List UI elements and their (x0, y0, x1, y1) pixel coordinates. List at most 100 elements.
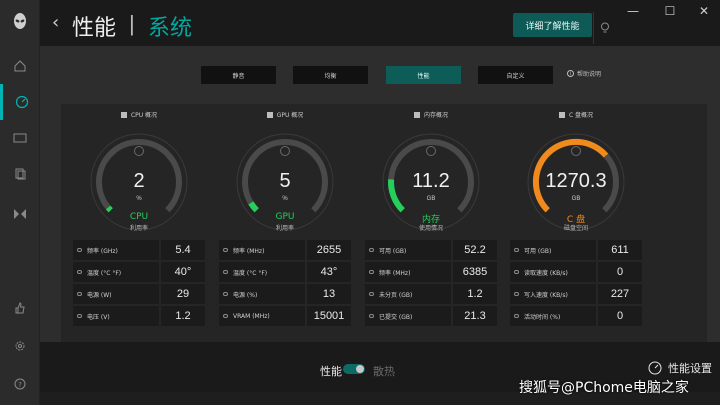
stat-label-cell: VRAM (MHz) (219, 306, 305, 326)
lightbulb-icon[interactable] (593, 12, 615, 44)
stat-label: 电源 (%) (233, 291, 258, 299)
mode-performance-button[interactable]: 性能 (386, 66, 461, 84)
stat-label: 温度 (°C °F) (87, 269, 122, 277)
stat-row: 频率 (MHz) 6385 (365, 262, 497, 284)
usage-gauge: 11.2 GB 内存 使用情况 (378, 132, 484, 232)
stat-value: 611 (598, 240, 642, 260)
stats-list: 可用 (GB) 611 读取速度 (KB/s) 0 写入速度 (KB/s) 227 活动时间… (510, 240, 642, 328)
column-title-text: CPU 概况 (130, 112, 158, 119)
page-subtitle[interactable]: 系统 (148, 10, 192, 42)
stat-label-cell: 活动时间 (%) (510, 306, 596, 326)
back-arrow-icon[interactable]: ‹ (52, 12, 59, 33)
stat-icon (223, 292, 228, 296)
stats-list: 频率 (GHz) 5.4 温度 (°C °F) 40° 电源 (W) 29 电压 (V) 1.… (73, 240, 205, 328)
stat-row: 温度 (°C °F) 43° (219, 262, 351, 284)
watermark: 搜狐号@PChome电脑之家 (519, 380, 689, 396)
left-nav-rail: ? (0, 0, 40, 405)
stat-icon (369, 248, 374, 252)
stat-label: 频率 (GHz) (87, 247, 118, 255)
gauge-value: 1270.3 (545, 170, 607, 192)
stat-row: 温度 (°C °F) 40° (73, 262, 205, 284)
stat-value: 29 (161, 284, 205, 304)
gauge-fill (105, 205, 113, 213)
stat-icon (77, 314, 82, 318)
library-nav-icon[interactable] (0, 156, 40, 192)
stat-row: 电压 (V) 1.2 (73, 306, 205, 328)
stat-value: 227 (598, 284, 642, 304)
svg-text:?: ? (18, 381, 22, 389)
stat-label-cell: 电压 (V) (73, 306, 159, 326)
stat-icon (369, 314, 374, 318)
performance-settings-label: 性能设置 (668, 362, 712, 375)
stat-label: 电压 (V) (87, 313, 110, 321)
performance-thermal-toggle[interactable] (343, 364, 365, 374)
mode-custom-button[interactable]: 自定义 (478, 66, 553, 84)
stat-row: 写入速度 (KB/s) 227 (510, 284, 642, 306)
column-title: GPU 概况 (213, 110, 357, 119)
stats-list: 可用 (GB) 52.2 频率 (MHz) 6385 未分页 (GB) 1.2 已提交 (G… (365, 240, 497, 328)
page-title: 性能 (72, 16, 117, 41)
close-button[interactable]: ✕ (694, 4, 714, 18)
usage-gauge: 5% GPU 利用率 (232, 132, 338, 232)
gauge-label: CPU (129, 212, 149, 222)
stat-row: 可用 (GB) 52.2 (365, 240, 497, 262)
main-content: 静音 均衡 性能 自定义 i 帮助说明 CPU 概况 2% CPU 利用率 频率 (GH… (40, 46, 720, 384)
gauge-gear-icon (426, 146, 436, 156)
gauge-label: GPU (275, 212, 295, 222)
stat-icon (514, 270, 519, 274)
stat-label-cell: 电源 (W) (73, 284, 159, 304)
stat-row: VRAM (MHz) 15001 (219, 306, 351, 328)
thumbs-up-icon[interactable] (0, 290, 40, 326)
column-title-text: C 盘概况 (568, 112, 594, 119)
stat-icon (514, 248, 519, 252)
display-nav-icon[interactable] (0, 120, 40, 156)
stat-label: 温度 (°C °F) (233, 269, 268, 277)
gauge-sublabel: 利用率 (275, 225, 294, 232)
stat-icon (514, 314, 519, 318)
gauge-sublabel: 使用情况 (418, 225, 443, 232)
help-icon[interactable]: ? (0, 366, 40, 402)
gauge-gear-icon (280, 146, 290, 156)
performance-nav-icon[interactable] (0, 84, 40, 120)
mode-silent-button[interactable]: 静音 (201, 66, 276, 84)
maximize-button[interactable]: ☐ (660, 4, 680, 18)
mode-balanced-button[interactable]: 均衡 (293, 66, 368, 84)
mode-help-link[interactable]: i 帮助说明 (567, 69, 601, 78)
info-icon: i (567, 70, 574, 77)
stat-icon (223, 314, 228, 318)
stat-label-cell: 读取速度 (KB/s) (510, 262, 596, 282)
column-title: C 盘概况 (504, 110, 648, 119)
stat-row: 未分页 (GB) 1.2 (365, 284, 497, 306)
stat-label-cell: 可用 (GB) (510, 240, 596, 260)
stat-row: 读取速度 (KB/s) 0 (510, 262, 642, 284)
stat-label: 可用 (GB) (379, 247, 407, 255)
component-icon (120, 111, 127, 118)
gauge-icon (648, 361, 662, 375)
column-title: 内存概况 (359, 110, 503, 119)
stat-icon (369, 270, 374, 274)
stat-label-cell: 频率 (GHz) (73, 240, 159, 260)
title-separator: | (129, 11, 135, 36)
stat-icon (514, 292, 519, 296)
stat-row: 电源 (W) 29 (73, 284, 205, 306)
minimize-button[interactable]: — (623, 4, 643, 18)
home-icon[interactable] (0, 48, 40, 84)
stat-value: 52.2 (453, 240, 497, 260)
performance-settings-button[interactable]: 性能设置 (648, 360, 712, 376)
stat-row: 频率 (GHz) 5.4 (73, 240, 205, 262)
stat-value: 6385 (453, 262, 497, 282)
stat-value: 1.2 (161, 306, 205, 326)
lighting-nav-icon[interactable] (0, 196, 40, 232)
alien-logo-icon (11, 12, 29, 30)
gauge-unit: GB (426, 196, 436, 202)
usage-gauge: 1270.3 GB C 盘磁盘空间 (523, 132, 629, 232)
settings-gear-icon[interactable] (0, 328, 40, 364)
stat-label: 读取速度 (KB/s) (524, 269, 568, 277)
stat-value: 13 (307, 284, 351, 304)
stat-icon (77, 292, 82, 296)
header-bar: ‹ 性能 | 系统 详细了解性能 — ☐ ✕ (40, 0, 720, 46)
stat-value: 43° (307, 262, 351, 282)
gauge-sublabel: 磁盘空间 (563, 225, 588, 232)
column-title-text: 内存概况 (423, 112, 448, 119)
gauge-unit: % (282, 196, 288, 202)
